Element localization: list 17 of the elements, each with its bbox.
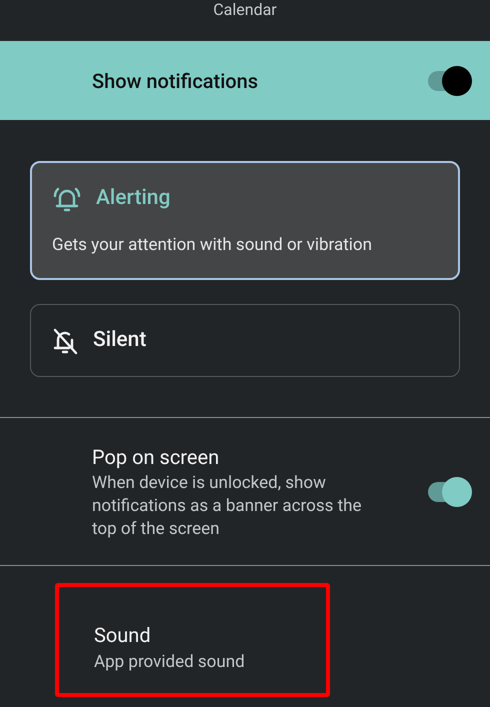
notification-option-card[interactable]: Silent — [30, 304, 460, 377]
setting-title: Pop on screen — [92, 444, 220, 471]
setting-row[interactable]: Sound App provided sound — [55, 583, 330, 697]
setting-summary: When device is unlocked, show notifications as a banner across the top of the screen — [92, 472, 363, 541]
show-notifications-bar[interactable]: Show notifications — [0, 41, 490, 120]
option-description: Gets your attention with sound or vibration — [52, 234, 374, 256]
toggle-switch[interactable] — [426, 66, 472, 96]
option-title: Silent — [93, 326, 146, 354]
option-title: Alerting — [96, 185, 170, 212]
setting-summary: App provided sound — [94, 650, 246, 674]
setting-label: Show notifications — [92, 68, 258, 94]
toggle-switch[interactable] — [426, 476, 472, 506]
setting-title: Sound — [94, 622, 152, 648]
muted-bell-icon — [51, 326, 79, 354]
setting-row[interactable]: Pop on screen When device is unlocked, show notifications as a banner across the top of the screen — [0, 418, 490, 565]
notification-option-card[interactable]: Alerting Gets your attention with sound or vibration — [30, 161, 460, 280]
screen-title: Calendar — [213, 0, 277, 20]
